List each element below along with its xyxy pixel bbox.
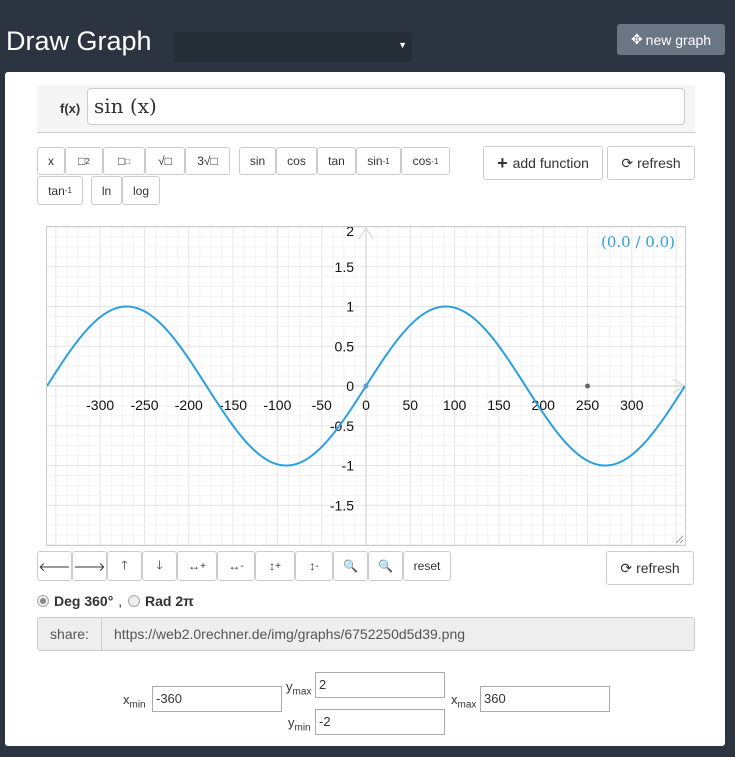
refresh-icon: ⟳ [621,154,634,171]
key-ln[interactable]: ln [91,176,122,205]
ymin-label: ymin [288,715,311,734]
key-log[interactable]: log [122,176,160,205]
radio-rad[interactable]: Rad 2π [128,593,194,609]
y-tick-label: -1 [342,458,355,474]
y-tick-label: 2 [346,227,354,239]
x-tick-label: 300 [620,397,644,413]
crosshair-icon: ✥ [630,31,643,47]
resize-handle-icon [675,535,684,544]
key-power[interactable]: □ □ [103,147,145,175]
graph-svg[interactable]: -300 -250 -200 -150 -100 -50 0 50 100 150 200 250 30… [46,223,686,546]
pan-down-button[interactable]: 🡓 [142,551,177,581]
key-sin[interactable]: sin [239,147,276,175]
reset-button[interactable]: reset [403,551,451,581]
graph-point-marker [585,383,591,389]
zoom-in-icon: 🔍 [378,559,393,573]
refresh-graph-button[interactable]: ⟳ refresh [606,551,694,585]
radio-checked-icon [37,595,49,607]
new-graph-button[interactable]: ✥ new graph [617,24,725,55]
y-tick-label: -1.5 [330,497,354,513]
share-label: share: [38,618,102,650]
radio-deg[interactable]: Deg 360°, [37,593,122,609]
stretch-x-minus-button[interactable]: ↔ - [217,551,255,581]
page-title: Draw Graph [6,26,152,56]
pan-right-button[interactable]: 🡒 [72,551,107,581]
add-function-button[interactable]: + add function [483,146,603,180]
stretch-y-minus-button[interactable]: ↕ - [295,551,333,581]
refresh-button[interactable]: ⟳ refresh [607,146,695,180]
y-tick-label: 0.5 [335,338,355,354]
xmax-label: xmax [451,692,477,711]
stretch-x-plus-button[interactable]: ↔ + [177,551,217,581]
x-tick-label: 50 [403,397,419,413]
caret-down-icon: ▼ [398,40,407,50]
key-tan[interactable]: tan [317,147,356,175]
ymax-label: ymax [286,679,312,698]
x-tick-label: -250 [130,397,158,413]
key-atan[interactable]: tan -1 [37,176,83,205]
x-tick-label: 150 [487,397,511,413]
key-acos[interactable]: cos -1 [401,147,450,175]
zoom-out-button[interactable]: 🔍 [333,551,368,581]
xmin-label: xmin [123,692,146,711]
y-tick-label: 1 [346,299,354,315]
zoom-in-button[interactable]: 🔍 [368,551,403,581]
y-tick-label: -0.5 [330,418,354,434]
x-tick-label: 100 [443,397,467,413]
key-sqrt[interactable]: √□ [145,147,185,175]
stretch-y-plus-button[interactable]: ↕ + [255,551,295,581]
ymax-input[interactable]: 2 [315,672,445,698]
refresh-icon: ⟳ [620,559,633,576]
cursor-readout: (0.0 / 0.0) [601,233,675,251]
x-tick-label: 250 [576,397,600,413]
x-tick-label: 0 [362,397,370,413]
key-asin[interactable]: sin -1 [356,147,401,175]
graph-select[interactable]: ▼ [174,32,412,62]
key-cos[interactable]: cos [276,147,317,175]
key-x[interactable]: x [37,147,65,175]
pan-left-button[interactable]: 🡐 [37,551,72,581]
key-cbrt[interactable]: 3√□ [185,147,230,175]
x-tick-label: -300 [86,397,114,413]
x-tick-label: -200 [175,397,203,413]
function-label: f(x) [60,101,81,116]
x-tick-label: -50 [312,397,332,413]
radio-unchecked-icon [128,595,140,607]
function-input[interactable]: sin (x) [87,88,685,125]
share-field: share: https://web2.0rechner.de/img/grap… [37,617,695,651]
key-square[interactable]: □ 2 [65,147,103,175]
share-url[interactable]: https://web2.0rechner.de/img/graphs/6752… [114,626,465,642]
y-tick-label: 0 [346,378,354,394]
graph-canvas[interactable]: -300 -250 -200 -150 -100 -50 0 50 100 150 200 250 30… [46,223,686,546]
xmax-input[interactable]: 360 [480,686,610,712]
xmin-input[interactable]: -360 [152,686,282,712]
y-tick-label: 1.5 [335,259,355,275]
plus-icon: + [497,152,508,173]
pan-up-button[interactable]: 🡑 [107,551,142,581]
ymin-input[interactable]: -2 [315,709,445,735]
graph-point-marker [363,383,369,389]
zoom-out-icon: 🔍 [343,559,358,573]
x-tick-label: -100 [263,397,291,413]
